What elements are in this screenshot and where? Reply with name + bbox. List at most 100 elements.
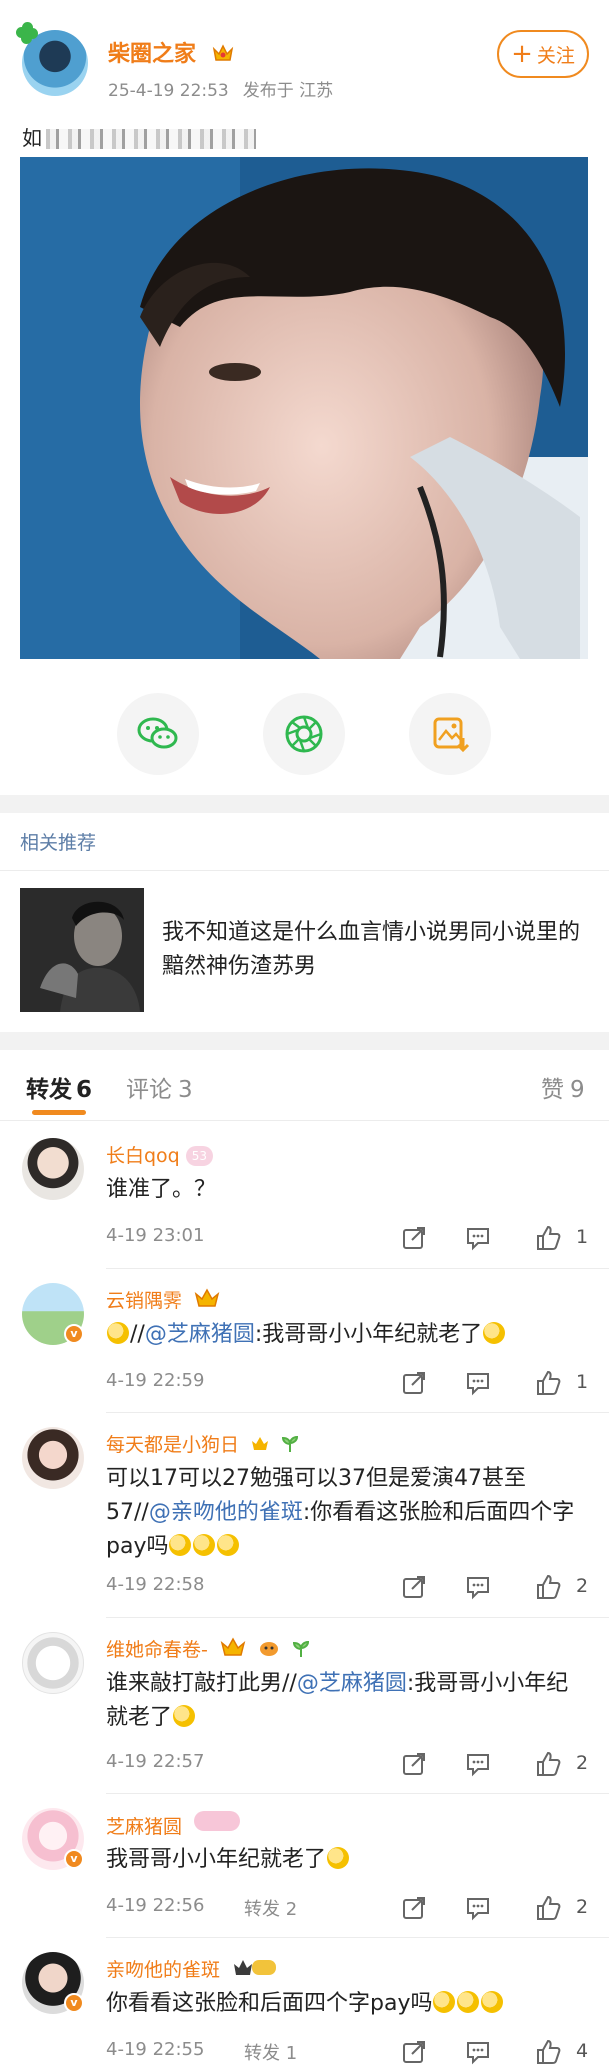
reply-icon bbox=[467, 1373, 489, 1396]
share-moments-button[interactable] bbox=[263, 693, 345, 775]
thinking-emoji-icon bbox=[173, 1705, 196, 1727]
like-button[interactable] bbox=[534, 1224, 562, 1256]
repost-icon bbox=[403, 2041, 425, 2063]
divider bbox=[0, 870, 609, 871]
sprout-icon bbox=[292, 1640, 310, 1657]
like-count: 2 bbox=[576, 1896, 589, 1918]
like-button[interactable] bbox=[534, 1894, 562, 1926]
reply-icon bbox=[467, 2042, 489, 2065]
obscured-text bbox=[46, 129, 256, 149]
crown-badge-icon bbox=[252, 1437, 269, 1450]
vip-crown-badge-icon bbox=[234, 1960, 277, 1975]
section-divider bbox=[0, 1032, 609, 1050]
divider bbox=[106, 1617, 609, 1618]
reply-icon bbox=[467, 1754, 489, 1777]
repost-icon bbox=[403, 1576, 425, 1598]
smile-emoji-icon bbox=[107, 1322, 129, 1344]
like-button[interactable] bbox=[534, 1369, 562, 1401]
crown-badge-icon bbox=[194, 1288, 220, 1307]
repost-button[interactable] bbox=[400, 1894, 428, 1926]
like-button[interactable] bbox=[534, 2038, 562, 2070]
like-button[interactable] bbox=[534, 1750, 562, 1782]
related-item-text[interactable]: 我不知道这是什么血言情小说男同小说里的黯然神伤渣苏男 bbox=[162, 916, 592, 984]
commenter-name[interactable]: 长白qoq 53 bbox=[106, 1141, 214, 1168]
grin-emoji-icon bbox=[433, 1991, 456, 2013]
related-thumbnail[interactable] bbox=[20, 888, 144, 1012]
level-badge bbox=[194, 1811, 241, 1831]
level-badge: 53 bbox=[185, 1146, 214, 1166]
commenter-name[interactable]: 维她命春卷- bbox=[106, 1635, 310, 1662]
divider bbox=[0, 1120, 609, 1121]
commenter-name[interactable]: 亲吻他的雀斑 bbox=[106, 1955, 278, 1982]
follow-button[interactable]: + 关注 bbox=[497, 30, 589, 78]
post-image[interactable] bbox=[20, 157, 588, 659]
moments-icon bbox=[285, 715, 323, 753]
post-location: 发布于 江苏 bbox=[242, 81, 334, 101]
repost-icon bbox=[403, 1897, 425, 1919]
crown-badge-icon bbox=[212, 44, 233, 61]
reply-button[interactable] bbox=[464, 1369, 492, 1401]
tab-reposts[interactable]: 转发 6 bbox=[26, 1070, 92, 1104]
save-image-icon bbox=[433, 717, 470, 753]
divider bbox=[106, 1937, 609, 1938]
comment-time: 4-19 22:59 bbox=[106, 1370, 205, 1391]
like-count: 2 bbox=[576, 1575, 589, 1597]
thinking-emoji-icon bbox=[483, 1322, 506, 1344]
post-text: 如 bbox=[22, 122, 256, 151]
commenter-avatar[interactable] bbox=[22, 1632, 84, 1694]
comment-time: 4-19 22:56 bbox=[106, 1895, 205, 1916]
like-icon bbox=[537, 1751, 561, 1776]
commenter-name[interactable]: 云销隅霁 bbox=[106, 1286, 220, 1313]
comment-text: 谁来敲打敲打此男//@芝麻猪圆:我哥哥小小年纪就老了 bbox=[106, 1671, 569, 1730]
tab-likes[interactable]: 赞9 bbox=[541, 1070, 585, 1104]
post-timestamp: 25-4-19 22:53 bbox=[108, 81, 229, 101]
wechat-icon bbox=[137, 717, 178, 749]
reply-button[interactable] bbox=[464, 1894, 492, 1926]
grin-emoji-icon bbox=[481, 1991, 504, 2013]
grin-emoji-icon bbox=[217, 1534, 240, 1556]
comment-text: 谁准了。？ bbox=[106, 1177, 217, 1202]
comment-time: 4-19 22:58 bbox=[106, 1574, 205, 1595]
mention-link[interactable]: @亲吻他的雀斑 bbox=[149, 1500, 303, 1525]
section-divider bbox=[0, 795, 609, 813]
commenter-avatar[interactable] bbox=[22, 1427, 84, 1489]
like-icon bbox=[537, 1574, 561, 1599]
repost-button[interactable] bbox=[400, 1750, 428, 1782]
comment-text: 我哥哥小小年纪就老了 bbox=[106, 1843, 586, 1877]
reply-button[interactable] bbox=[464, 1750, 492, 1782]
plus-icon: + bbox=[511, 39, 533, 69]
reply-button[interactable] bbox=[464, 1224, 492, 1256]
divider bbox=[106, 1793, 609, 1794]
like-count: 1 bbox=[576, 1371, 589, 1393]
like-count: 4 bbox=[576, 2040, 589, 2062]
repost-button[interactable] bbox=[400, 1224, 428, 1256]
repost-count[interactable]: 转发 2 bbox=[244, 1895, 297, 1921]
repost-button[interactable] bbox=[400, 2038, 428, 2070]
repost-button[interactable] bbox=[400, 1369, 428, 1401]
reply-button[interactable] bbox=[464, 2038, 492, 2070]
tab-comments[interactable]: 评论 3 bbox=[126, 1070, 193, 1104]
like-button[interactable] bbox=[534, 1573, 562, 1605]
like-count: 1 bbox=[576, 1226, 589, 1248]
post-meta: 25-4-19 22:53 发布于 江苏 bbox=[108, 76, 333, 101]
reply-button[interactable] bbox=[464, 1573, 492, 1605]
commenter-avatar[interactable] bbox=[22, 1138, 84, 1200]
mention-link[interactable]: @芝麻猪圆 bbox=[145, 1322, 255, 1347]
author-name[interactable]: 柴圈之家 bbox=[108, 36, 234, 68]
repost-button[interactable] bbox=[400, 1573, 428, 1605]
sprout-icon bbox=[282, 1435, 299, 1452]
share-wechat-button[interactable] bbox=[117, 693, 199, 775]
fox-badge-icon bbox=[259, 1642, 278, 1656]
active-tab-indicator bbox=[32, 1110, 86, 1115]
reply-icon bbox=[467, 1228, 489, 1251]
like-icon bbox=[537, 1895, 561, 1920]
mention-link[interactable]: @芝麻猪圆 bbox=[297, 1671, 407, 1696]
repost-count[interactable]: 转发 1 bbox=[244, 2039, 297, 2065]
repost-icon bbox=[403, 1753, 425, 1775]
commenter-name[interactable]: 每天都是小狗日 bbox=[106, 1430, 299, 1457]
crown-badge-icon bbox=[220, 1637, 246, 1656]
save-image-button[interactable] bbox=[409, 693, 491, 775]
comment-time: 4-19 22:55 bbox=[106, 2039, 205, 2060]
comment-time: 4-19 22:57 bbox=[106, 1751, 205, 1772]
commenter-name[interactable]: 芝麻猪圆 bbox=[106, 1811, 241, 1839]
